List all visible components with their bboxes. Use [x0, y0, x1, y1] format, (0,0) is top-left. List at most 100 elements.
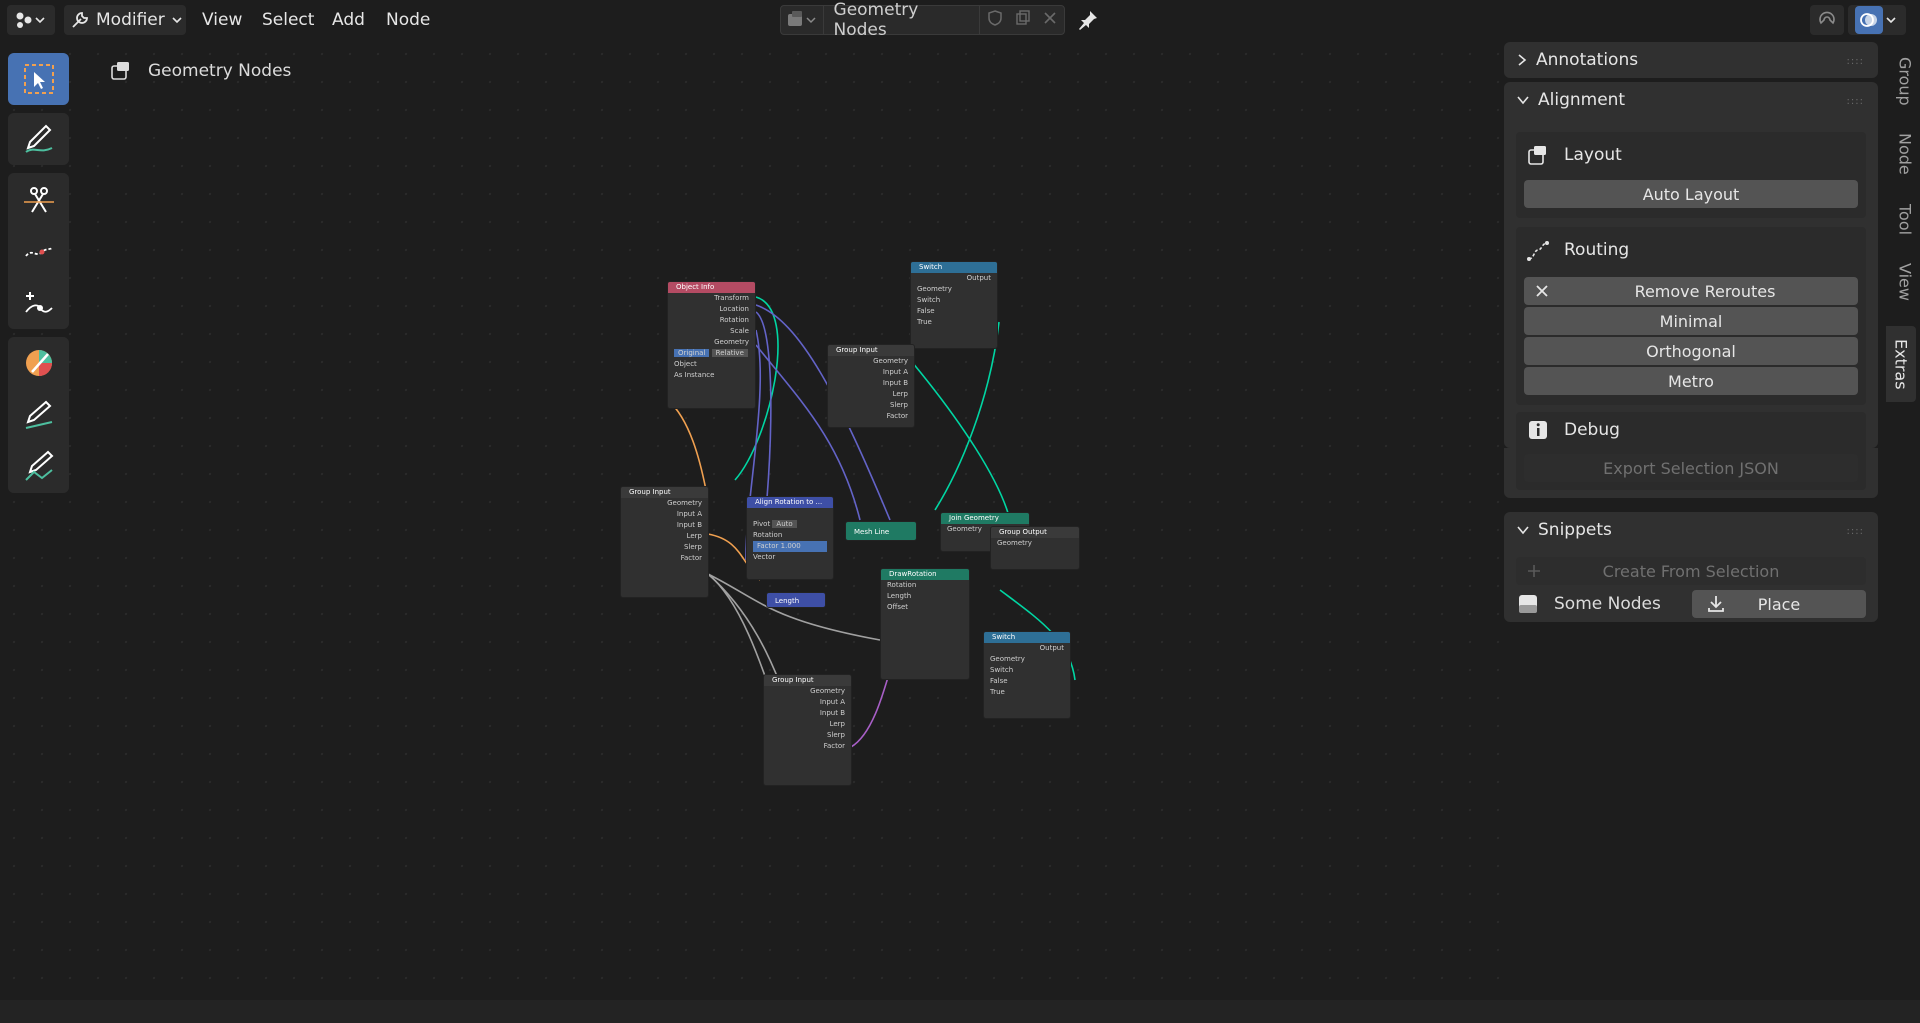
links-mute-icon [24, 247, 53, 257]
node-group-input[interactable]: Group Input Geometry Input A Input B Ler… [763, 674, 852, 786]
node-tree-browse-button[interactable] [781, 11, 823, 29]
snippet-icon [1519, 595, 1537, 613]
breadcrumb-label: Geometry Nodes [148, 61, 292, 81]
annotate-polygon-tool[interactable] [8, 441, 69, 493]
tab-extras[interactable]: Extras [1886, 326, 1916, 402]
drag-handle-icon[interactable]: :::: [1847, 526, 1864, 537]
drag-handle-icon[interactable]: :::: [1847, 96, 1864, 107]
node-title: Join Geometry [941, 513, 1029, 524]
annotate-line-icon [25, 400, 52, 429]
links-mute-tool[interactable] [8, 225, 69, 277]
tool-group-annotate [8, 113, 69, 165]
layout-icon [1528, 146, 1546, 165]
duplicate-icon[interactable] [1010, 9, 1036, 31]
editor-type-button[interactable] [7, 5, 55, 35]
remove-reroutes-button[interactable]: Remove Reroutes [1524, 277, 1858, 305]
pivot-dropdown[interactable]: Pivot Auto [747, 519, 833, 530]
x-icon [1536, 285, 1548, 297]
node-group-output[interactable]: Group Output Geometry [990, 526, 1080, 570]
socket-label: Input B [882, 379, 908, 387]
add-reroute-tool[interactable] [8, 277, 69, 329]
toggle-original[interactable]: Original [674, 349, 710, 357]
panel-header[interactable]: Snippets [1504, 512, 1878, 548]
links-cut-tool[interactable] [8, 173, 69, 225]
toggle-relative[interactable]: Relative [711, 349, 748, 357]
pin-icon[interactable] [1076, 8, 1100, 36]
node-group-input[interactable]: Group Input Geometry Input A Input B Ler… [827, 344, 915, 428]
panel-title: Snippets [1538, 520, 1612, 540]
minimal-button[interactable]: Minimal [1524, 307, 1858, 335]
panel-alignment-debug-body: Export Selection JSON [1504, 446, 1878, 498]
node-draw-rotation[interactable]: DrawRotation Rotation Length Offset [880, 568, 970, 680]
modifier-dropdown[interactable]: Modifier [64, 5, 186, 35]
socket-label: Output [966, 274, 991, 282]
node-tree-icon [111, 62, 129, 80]
subpanel-title: Routing [1564, 240, 1630, 260]
scissors-icon [23, 187, 54, 213]
fake-user-icon[interactable] [980, 9, 1010, 31]
node-editor-icon [16, 12, 45, 28]
transform-space-toggle[interactable]: Original Relative [668, 348, 755, 359]
close-icon[interactable] [1036, 10, 1064, 30]
create-from-selection-button[interactable]: Create From Selection [1516, 557, 1866, 585]
magnet-icon [1819, 11, 1835, 25]
factor-label: Factor [757, 542, 779, 550]
socket-label: True [917, 318, 932, 326]
node-switch-bottom[interactable]: Switch Output Geometry Switch False True [983, 631, 1071, 719]
snapping-button[interactable] [1810, 5, 1844, 35]
node-group-input[interactable]: Group Input Geometry Input A Input B Ler… [620, 486, 709, 598]
auto-layout-button[interactable]: Auto Layout [1524, 180, 1858, 208]
subpanel-title: Debug [1564, 420, 1620, 440]
menu-view[interactable]: View [196, 5, 248, 35]
export-selection-json-button[interactable]: Export Selection JSON [1524, 454, 1858, 482]
factor-field[interactable]: Factor 1.000 [753, 541, 827, 552]
snippet-name: Some Nodes [1554, 594, 1661, 614]
socket-label: Offset [887, 603, 909, 611]
node-title: Mesh Line [846, 522, 916, 540]
menu-node[interactable]: Node [380, 5, 436, 35]
color-tool[interactable] [8, 337, 69, 389]
place-label: Place [1757, 594, 1801, 614]
node-length[interactable]: Length [766, 592, 826, 608]
node-tree-name[interactable]: Geometry Nodes [824, 0, 980, 40]
overlays-dropdown[interactable] [1848, 5, 1906, 35]
socket-label: Slerp [683, 543, 702, 551]
annotate-line-tool[interactable] [8, 389, 69, 441]
node-align-rotation[interactable]: Align Rotation to ... Pivot Auto Rotatio… [746, 496, 834, 580]
annotate-tool[interactable] [8, 113, 69, 165]
orthogonal-button[interactable]: Orthogonal [1524, 337, 1858, 365]
socket-label: Scale [730, 327, 749, 335]
menu-add[interactable]: Add [326, 5, 371, 35]
chevron-right-icon [1518, 54, 1527, 66]
panel-header[interactable]: Annotations [1504, 42, 1878, 78]
node-title: Group Output [991, 527, 1079, 538]
axis-selector[interactable] [747, 508, 833, 519]
create-from-selection-label: Create From Selection [1602, 561, 1780, 581]
node-object-info[interactable]: Object Info Transform Location Rotation … [667, 281, 756, 409]
menu-select[interactable]: Select [256, 5, 320, 35]
breadcrumb: Geometry Nodes [110, 60, 291, 82]
socket-label: Geometry [997, 539, 1032, 547]
socket-label: Geometry [714, 338, 749, 346]
node-editor-canvas[interactable]: Object Info Transform Location Rotation … [0, 40, 1504, 1000]
palette-icon [25, 350, 52, 376]
node-mesh-line[interactable]: Mesh Line [845, 521, 917, 541]
checkbox-label[interactable]: As Instance [668, 370, 755, 381]
socket-label: Object [674, 360, 697, 368]
type-dropdown[interactable]: Geometry [911, 284, 997, 295]
panel-header[interactable]: Alignment [1504, 82, 1878, 118]
type-dropdown[interactable]: Geometry [984, 654, 1070, 665]
drag-handle-icon[interactable]: :::: [1847, 56, 1864, 67]
tool-group-misc [8, 337, 69, 493]
tab-node[interactable]: Node [1890, 124, 1920, 184]
panel-annotations[interactable]: Annotations :::: [1504, 42, 1878, 78]
socket-label: True [990, 688, 1005, 696]
node-switch-top[interactable]: Switch Output Geometry Switch False True [910, 261, 998, 349]
metro-button[interactable]: Metro [1524, 367, 1858, 395]
tab-group[interactable]: Group [1890, 50, 1920, 112]
tab-view[interactable]: View [1890, 256, 1920, 308]
socket-label: Switch [990, 666, 1014, 674]
select-box-tool[interactable] [8, 53, 69, 105]
tab-tool[interactable]: Tool [1890, 194, 1920, 246]
place-button[interactable]: Place [1692, 590, 1866, 618]
